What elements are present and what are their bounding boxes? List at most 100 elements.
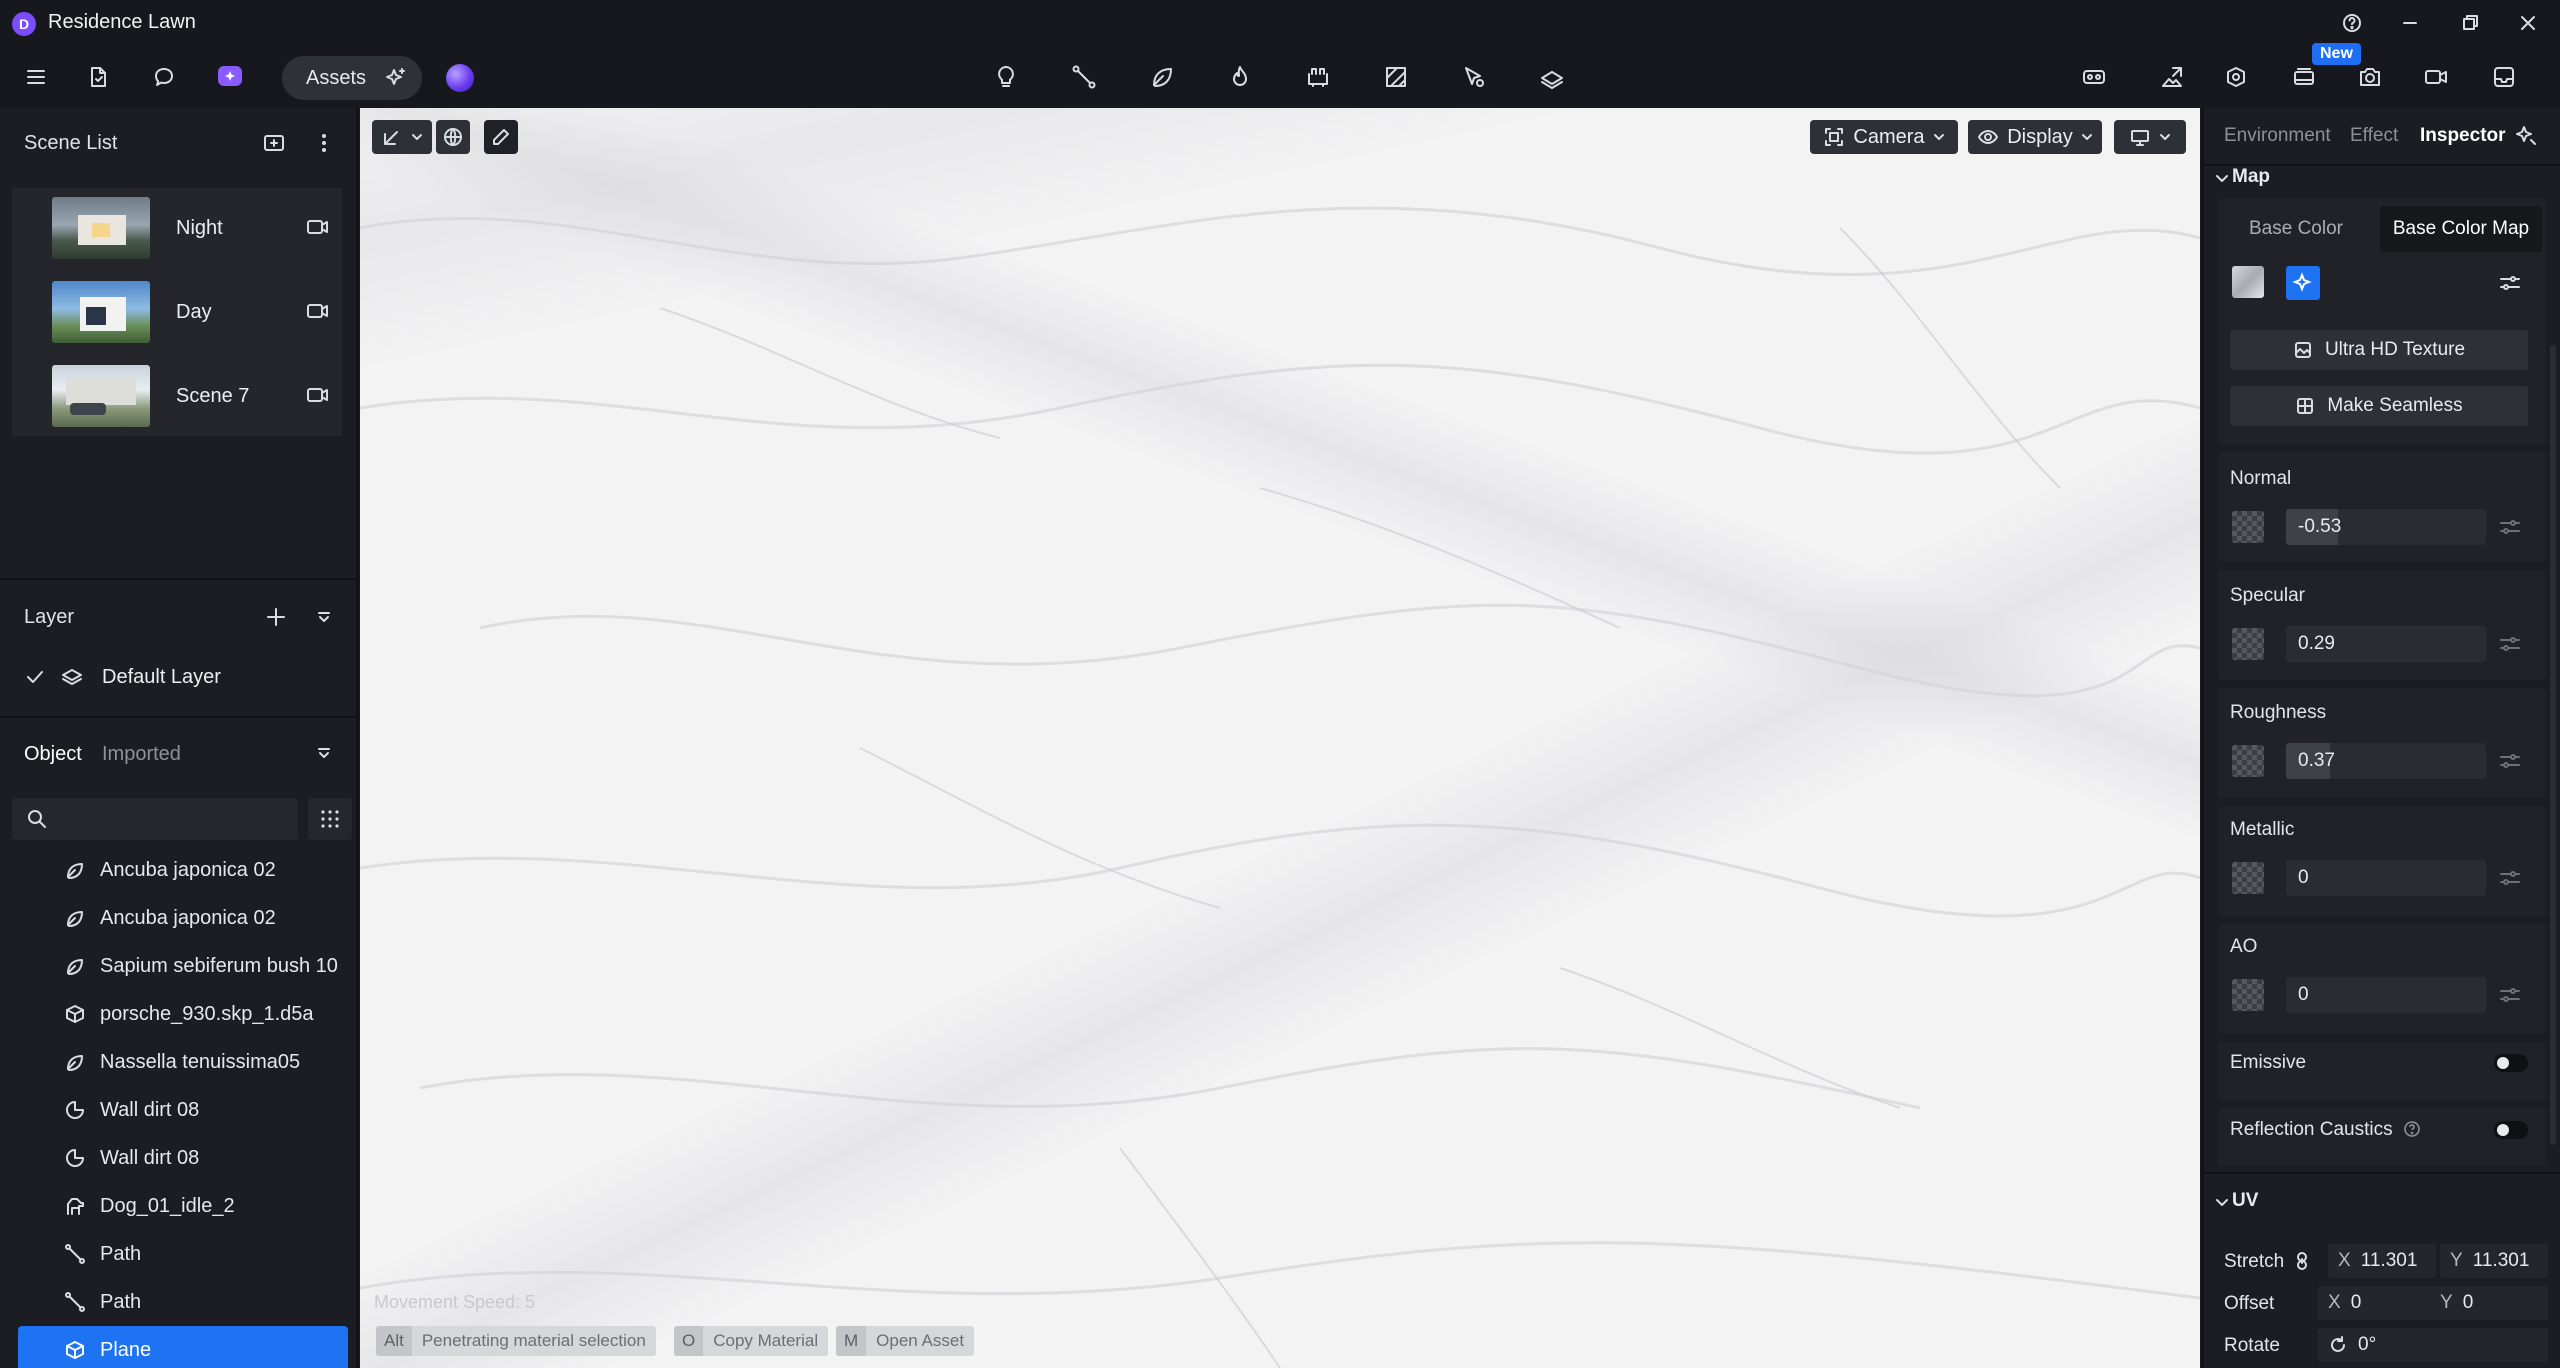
eyedropper-icon[interactable] [484, 120, 518, 154]
list-item[interactable]: Wall dirt 08 [0, 1134, 358, 1182]
adjust-sliders-icon[interactable] [2498, 984, 2522, 1006]
chat-icon[interactable] [142, 55, 186, 99]
list-item[interactable]: Path [0, 1278, 358, 1326]
filter-icon[interactable] [314, 743, 334, 763]
orb-icon[interactable] [446, 64, 474, 92]
list-item[interactable]: Ancuba japonica 02 [0, 894, 358, 942]
texture-thumbnail[interactable] [2232, 266, 2264, 298]
camera-snapshot-icon[interactable] [2348, 55, 2392, 99]
app-logo: D [12, 12, 36, 36]
make-seamless-button[interactable]: Make Seamless [2230, 386, 2528, 426]
layer-item-default[interactable]: Default Layer [102, 666, 221, 689]
adjust-sliders-icon[interactable] [2498, 750, 2522, 772]
title-bar [0, 0, 2560, 46]
close-button[interactable] [2508, 8, 2548, 38]
list-item[interactable]: Sapium sebiferum bush 10 [0, 942, 358, 990]
stretch-y-field[interactable]: Y 11.301 [2440, 1244, 2548, 1278]
video-icon[interactable] [2414, 55, 2458, 99]
stretch-x-field[interactable]: X 11.301 [2328, 1244, 2436, 1278]
ao-map-slot[interactable] [2232, 979, 2264, 1011]
list-item[interactable]: Dog_01_idle_2 [0, 1182, 358, 1230]
chevron-down-icon[interactable] [2214, 1194, 2230, 1210]
adjust-sliders-icon[interactable] [2498, 633, 2522, 655]
metallic-value-field[interactable]: 0 [2286, 860, 2486, 896]
tab-environment[interactable]: Environment [2224, 125, 2331, 147]
sparkle-icon[interactable] [384, 66, 408, 90]
tab-inspector[interactable]: Inspector [2420, 125, 2506, 147]
check-icon[interactable] [24, 666, 46, 688]
tab-imported[interactable]: Imported [102, 743, 181, 766]
path-tool-icon[interactable] [1062, 55, 1106, 99]
image-edit-icon[interactable] [2150, 55, 2194, 99]
3d-viewport[interactable] [360, 108, 2200, 1368]
offset-x-field[interactable]: X 0 [2318, 1286, 2436, 1320]
normal-value-field[interactable]: -0.53 [2286, 509, 2486, 545]
tab-effect[interactable]: Effect [2350, 125, 2398, 147]
adjust-sliders-icon[interactable] [2498, 272, 2522, 294]
search-input[interactable] [56, 804, 286, 834]
camera-icon[interactable] [306, 217, 330, 237]
rotate-field[interactable]: 0° [2318, 1328, 2548, 1362]
list-item[interactable]: porsche_930.skp_1.d5a [0, 990, 358, 1038]
help-icon[interactable] [2402, 1119, 2422, 1139]
magic-pick-icon[interactable] [2514, 123, 2538, 147]
export-icon[interactable] [2482, 55, 2526, 99]
specular-map-slot[interactable] [2232, 628, 2264, 660]
file-icon[interactable] [76, 55, 120, 99]
metallic-map-slot[interactable] [2232, 862, 2264, 894]
specular-value-field[interactable]: 0.29 [2286, 626, 2486, 662]
globe-icon[interactable] [436, 120, 470, 154]
ai-assistant-icon[interactable] [208, 55, 252, 99]
transform-mode-button[interactable] [372, 120, 432, 154]
camera-icon[interactable] [306, 385, 330, 405]
list-item[interactable]: Wall dirt 08 [0, 1086, 358, 1134]
minimize-button[interactable] [2390, 8, 2430, 38]
leaf-tool-icon[interactable] [1140, 55, 1184, 99]
hint-key: Alt [376, 1326, 412, 1356]
restore-button[interactable] [2450, 8, 2490, 38]
tab-object[interactable]: Object [24, 743, 82, 766]
ai-texture-button[interactable] [2286, 266, 2320, 300]
ao-value-field[interactable]: 0 [2286, 977, 2486, 1013]
roughness-value-field[interactable]: 0.37 [2286, 743, 2486, 779]
placement-icon[interactable] [1452, 55, 1496, 99]
tab-base-color[interactable]: Base Color [2218, 206, 2374, 252]
furniture-icon[interactable] [1296, 55, 1340, 99]
material-icon[interactable] [1374, 55, 1418, 99]
more-options-icon[interactable] [314, 131, 334, 155]
offset-y-field[interactable]: Y 0 [2430, 1286, 2548, 1320]
inspector-scrollbar[interactable] [2550, 345, 2556, 1145]
panorama-icon[interactable] [2214, 55, 2258, 99]
menu-icon[interactable] [14, 55, 58, 99]
ultra-hd-texture-button[interactable]: Ultra HD Texture [2230, 330, 2528, 370]
help-icon[interactable] [2332, 8, 2372, 38]
list-item[interactable]: Ancuba japonica 02 [0, 846, 358, 894]
emissive-toggle[interactable] [2494, 1054, 2528, 1072]
view-options-dropdown[interactable] [2114, 120, 2186, 154]
display-dropdown[interactable]: Display [1968, 120, 2102, 154]
tab-base-color-map[interactable]: Base Color Map [2380, 206, 2542, 252]
grid-view-button[interactable] [308, 798, 352, 840]
chevron-down-icon [2160, 134, 2170, 140]
terrain-icon[interactable] [1530, 55, 1574, 99]
fire-icon[interactable] [1218, 55, 1262, 99]
add-layer-icon[interactable] [264, 605, 288, 629]
adjust-sliders-icon[interactable] [2498, 516, 2522, 538]
roughness-map-slot[interactable] [2232, 745, 2264, 777]
movement-speed-label: Movement Speed: 5 [374, 1292, 536, 1312]
vr-icon[interactable] [2072, 55, 2116, 99]
reflection-caustics-toggle[interactable] [2494, 1121, 2528, 1139]
collapse-icon[interactable] [314, 607, 334, 627]
normal-map-slot[interactable] [2232, 511, 2264, 543]
chevron-down-icon[interactable] [2214, 170, 2230, 186]
list-item-selected[interactable]: Plane [18, 1326, 348, 1368]
list-item[interactable]: Nassella tenuissima05 [0, 1038, 358, 1086]
camera-icon[interactable] [306, 301, 330, 321]
metallic-label: Metallic [2230, 819, 2295, 840]
list-item[interactable]: Path [0, 1230, 358, 1278]
adjust-sliders-icon[interactable] [2498, 867, 2522, 889]
light-bulb-icon[interactable] [984, 55, 1028, 99]
camera-dropdown[interactable]: Camera [1810, 120, 1958, 154]
add-scene-icon[interactable] [262, 131, 286, 155]
link-icon[interactable] [2292, 1250, 2312, 1272]
